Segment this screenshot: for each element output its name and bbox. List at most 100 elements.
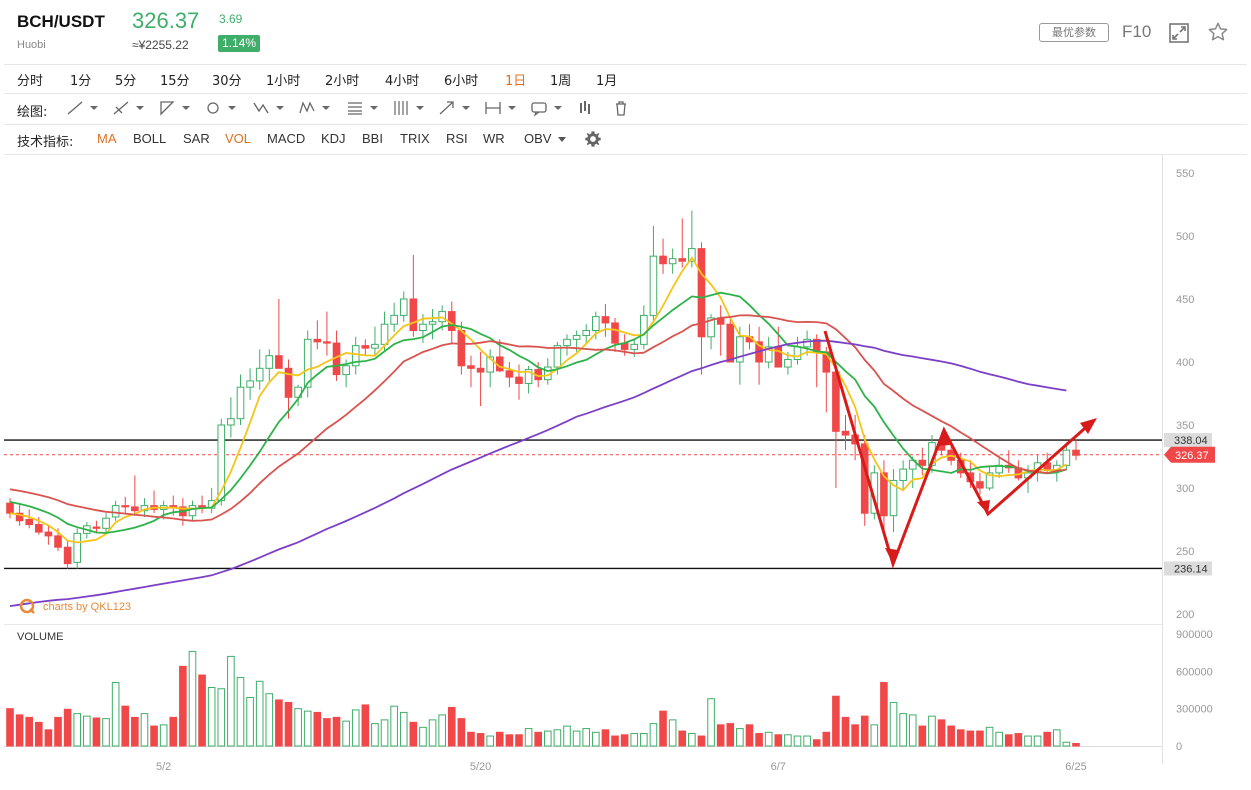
volume-bar <box>467 731 475 747</box>
arrowhead-icon <box>977 500 990 514</box>
indicator-wr[interactable]: WR <box>483 131 505 146</box>
indicator-boll[interactable]: BOLL <box>133 131 166 146</box>
volume-bar <box>380 719 389 747</box>
volume-bar <box>784 734 792 747</box>
volume-bar <box>361 704 370 747</box>
f10-button[interactable]: F10 <box>1122 22 1151 42</box>
volume-bar <box>928 715 936 747</box>
volume-bar <box>707 698 715 747</box>
indicator-sar[interactable]: SAR <box>183 131 210 146</box>
volume-bar <box>294 708 302 747</box>
period-tab-4[interactable]: 30分 <box>212 70 242 89</box>
candle-body <box>793 346 802 360</box>
optimal-params-button[interactable]: 最优参数 <box>1039 23 1109 42</box>
trash-icon[interactable] <box>612 99 630 117</box>
volume-bar <box>563 725 571 747</box>
volume-bar <box>486 735 494 747</box>
price-chart[interactable]: 550 500 450 400 350 300 250 200 900000 600000 3000… <box>0 154 1251 790</box>
candle-body <box>457 330 466 367</box>
candle-body <box>227 418 235 426</box>
volume-tick-label: 300000 <box>1176 704 1213 716</box>
volume-tick-label: 600000 <box>1176 666 1213 678</box>
wave-tool-icon[interactable] <box>252 99 286 117</box>
period-tab-5[interactable]: 1小时 <box>266 70 300 89</box>
favorite-star-icon[interactable] <box>1207 21 1229 43</box>
indicator-rsi[interactable]: RSI <box>446 131 468 146</box>
line-tool-icon[interactable] <box>66 99 100 117</box>
period-tab-9[interactable]: 1日 <box>505 70 526 89</box>
fullscreen-icon[interactable] <box>1168 22 1190 44</box>
period-tab-6[interactable]: 2小时 <box>325 70 359 89</box>
indicator-macd[interactable]: MACD <box>267 131 305 146</box>
candle-body <box>6 502 14 514</box>
indicator-kdj[interactable]: KDJ <box>321 131 346 146</box>
period-tab-0[interactable]: 分时 <box>17 70 43 89</box>
measure-tool-icon[interactable] <box>484 99 518 117</box>
candle-body <box>255 367 264 382</box>
period-tab-8[interactable]: 6小时 <box>444 70 478 89</box>
volume-bar <box>803 735 811 747</box>
period-tab-11[interactable]: 1月 <box>596 70 617 89</box>
chevron-down-icon[interactable] <box>557 136 567 144</box>
indicator-bbi[interactable]: BBI <box>362 131 383 146</box>
volume-bar <box>716 724 725 747</box>
candle-body <box>467 365 475 369</box>
volume-bar <box>774 734 783 747</box>
volume-bar <box>399 711 408 747</box>
indicator-vol[interactable]: VOL <box>225 131 251 146</box>
volume-bar <box>111 682 120 747</box>
gann-tool-icon[interactable] <box>392 99 426 117</box>
candle-body <box>131 506 139 512</box>
candle-body <box>35 524 43 533</box>
indicator-ma[interactable]: MA <box>97 131 117 146</box>
period-tab-1[interactable]: 1分 <box>70 70 91 89</box>
candle-body <box>668 258 677 265</box>
candle-body <box>428 321 437 325</box>
candle-body <box>323 341 331 344</box>
period-tab-2[interactable]: 5分 <box>115 70 136 89</box>
indicators-label: 技术指标: <box>17 135 74 150</box>
volume-bar <box>524 728 533 747</box>
candle-body <box>92 526 101 529</box>
candle-body <box>380 323 389 345</box>
period-tab-3[interactable]: 15分 <box>160 70 190 89</box>
volume-bar <box>553 729 562 747</box>
bars-pattern-icon[interactable] <box>578 99 596 117</box>
volume-bar <box>390 705 398 747</box>
arrow-tool-icon[interactable] <box>438 99 472 117</box>
candle-body <box>236 386 245 420</box>
volume-bar <box>544 730 552 747</box>
volume-bar <box>688 733 696 747</box>
volume-bar <box>15 714 24 747</box>
fibonacci-tool-icon[interactable] <box>346 99 380 117</box>
gear-icon[interactable] <box>584 130 602 148</box>
volume-bar <box>812 739 821 747</box>
volume-bar <box>697 735 706 747</box>
pane-divider <box>4 624 1162 625</box>
volume-bar <box>755 733 763 747</box>
volume-bar <box>284 701 293 747</box>
candle-body <box>275 355 283 369</box>
candle-body <box>44 531 53 537</box>
volume-bar <box>428 719 437 747</box>
pattern-tool-icon[interactable] <box>298 99 332 117</box>
period-tab-7[interactable]: 4小时 <box>385 70 419 89</box>
volume-bar <box>476 733 485 747</box>
volume-bar <box>342 720 350 747</box>
x-tick-label: 5/20 <box>470 761 491 773</box>
volume-bar <box>246 696 254 747</box>
channel-tool-icon[interactable] <box>158 99 192 117</box>
indicator-obv[interactable]: OBV <box>524 131 551 146</box>
ray-tool-icon[interactable] <box>112 99 146 117</box>
volume-pane-label: VOLUME <box>17 631 63 643</box>
candle-body <box>515 376 523 384</box>
cny-price: ≈¥2255.22 <box>132 38 189 52</box>
annotation-tool-icon[interactable] <box>530 99 564 117</box>
period-tab-10[interactable]: 1周 <box>550 70 571 89</box>
volume-bar <box>217 688 226 747</box>
volume-bar <box>438 714 446 747</box>
indicator-trix[interactable]: TRIX <box>400 131 430 146</box>
volume-bar <box>966 730 975 747</box>
volume-bar <box>1072 743 1080 747</box>
shape-tool-icon[interactable] <box>204 99 238 117</box>
